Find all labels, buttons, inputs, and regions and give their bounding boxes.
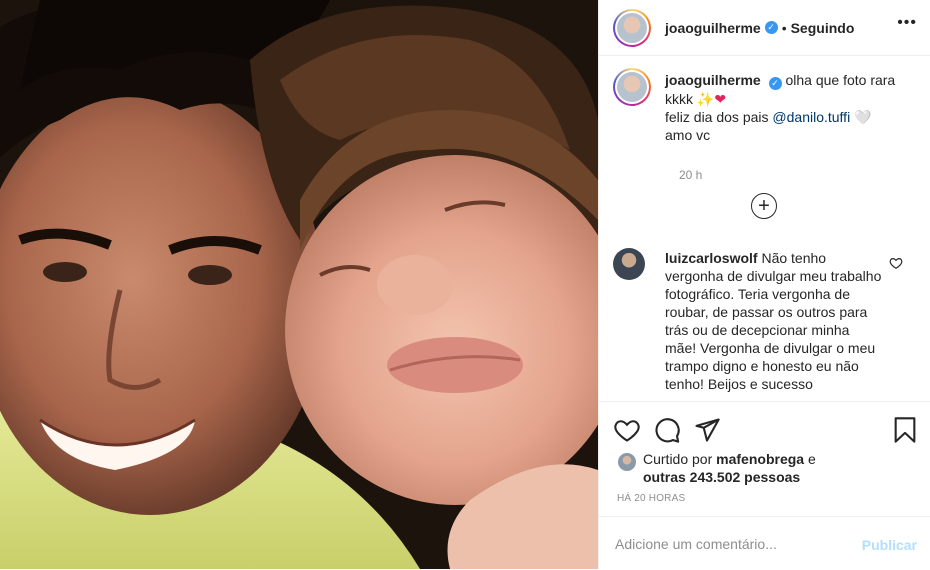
- commenter-avatar[interactable]: [613, 248, 645, 280]
- following-button[interactable]: Seguindo: [791, 20, 855, 36]
- liker-avatar[interactable]: [617, 452, 637, 472]
- verified-badge-icon: ✓: [764, 21, 778, 34]
- heart-icon[interactable]: [613, 416, 641, 444]
- likes-others[interactable]: outras 243.502 pessoas: [643, 469, 800, 485]
- comment-like-heart-icon[interactable]: [889, 256, 903, 270]
- post-photo[interactable]: [0, 0, 598, 569]
- avatar-inner: [615, 10, 649, 45]
- post-timestamp[interactable]: HÁ 20 HORAS: [617, 493, 685, 504]
- likes-text: Curtido por mafenobrega e outras 243.502…: [643, 450, 903, 486]
- likes-prefix: Curtido por: [643, 451, 713, 467]
- post-side-panel: joaoguilherme ✓ • Seguindo ••• joaoguilh…: [598, 0, 930, 569]
- comment-icon[interactable]: [653, 416, 681, 444]
- post-actions: Curtido por mafenobrega e outras 243.502…: [599, 401, 930, 569]
- caption-author-avatar[interactable]: [613, 68, 651, 106]
- comment-body: Não tenho vergonha de divulgar meu traba…: [665, 250, 882, 392]
- white-heart-emoji: 🤍: [854, 109, 872, 125]
- comment-text: luizcarloswolf Não tenho vergonha de div…: [665, 249, 883, 393]
- comments-section[interactable]: joaoguilherme ✓ olha que foto rara kkkk …: [599, 56, 930, 401]
- caption-text: joaoguilherme ✓ olha que foto rara kkkk …: [665, 71, 915, 144]
- author-avatar[interactable]: [613, 8, 651, 47]
- commenter-username[interactable]: luizcarloswolf: [665, 250, 758, 266]
- liker-username[interactable]: mafenobrega: [716, 451, 804, 467]
- caption-line3: amo vc: [665, 127, 711, 143]
- comment-input[interactable]: [615, 533, 845, 555]
- heart-emoji: ❤: [714, 91, 727, 107]
- bookmark-icon[interactable]: [891, 416, 919, 444]
- plus-circle-icon[interactable]: +: [751, 193, 777, 219]
- verified-badge-icon: ✓: [768, 77, 782, 90]
- caption-mention[interactable]: @danilo.tuffi: [772, 109, 850, 125]
- avatar-inner: [615, 70, 649, 104]
- avatar-image: [617, 12, 647, 43]
- avatar-image: [617, 72, 647, 102]
- share-icon[interactable]: [693, 416, 721, 444]
- caption-time[interactable]: 20 h: [679, 168, 702, 182]
- post-header: joaoguilherme ✓ • Seguindo •••: [599, 0, 930, 56]
- instagram-post: joaoguilherme ✓ • Seguindo ••• joaoguilh…: [0, 0, 930, 569]
- caption-username[interactable]: joaoguilherme: [665, 72, 761, 88]
- caption-line2: feliz dia dos pais: [665, 109, 769, 125]
- action-icons: [613, 416, 917, 444]
- publish-button[interactable]: Publicar: [862, 537, 917, 553]
- sparkles-emoji: ✨: [696, 91, 715, 107]
- likes-middle: e: [807, 451, 816, 467]
- photo-illustration: [0, 0, 598, 569]
- header-separator: •: [781, 19, 787, 36]
- author-username[interactable]: joaoguilherme: [665, 20, 761, 36]
- more-horizontal-icon[interactable]: •••: [897, 14, 917, 32]
- add-comment-bar: Publicar: [599, 516, 930, 570]
